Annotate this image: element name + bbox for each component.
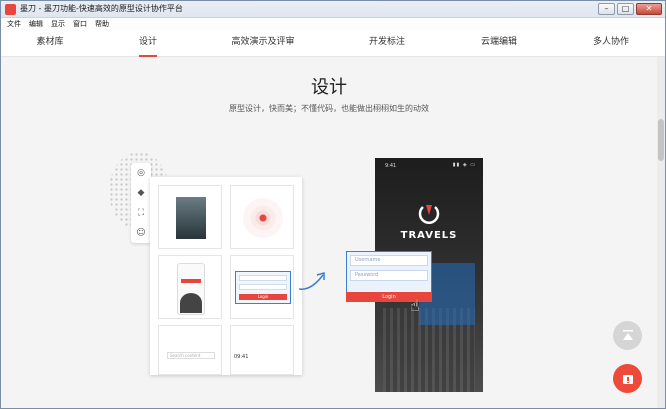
mini-time: 09:41: [234, 354, 249, 360]
brand-name: TRAVELS: [400, 230, 458, 241]
mini-image: [180, 293, 202, 313]
emoji-icon[interactable]: ☺: [131, 223, 151, 243]
phone-time: 9:41: [385, 163, 397, 169]
section-subtitle: 原型设计，快而美；不懂代码，也能做出栩栩如生的动效: [229, 104, 429, 113]
window-controls: – □ ✕: [598, 3, 662, 15]
app-icon: [5, 4, 16, 15]
tab-presentation[interactable]: 高效演示及评审: [231, 30, 294, 57]
menu-edit[interactable]: 编辑: [29, 18, 43, 30]
tab-dev-annotation[interactable]: 开发标注: [369, 30, 405, 57]
mini-bar: [181, 279, 201, 283]
back-to-top-button[interactable]: [613, 321, 642, 350]
feature-tabs: 素材库 设计 高效演示及评审 开发标注 云端编辑 多人协作: [1, 30, 665, 57]
minimize-button[interactable]: –: [598, 3, 615, 15]
login-form-card[interactable]: Login: [230, 255, 294, 319]
search-card[interactable]: Search content: [158, 325, 222, 375]
section-title: 设计: [311, 77, 347, 98]
photo-card[interactable]: [158, 185, 222, 249]
component-panel: Login Search content 09:41: [150, 177, 302, 375]
cube-icon[interactable]: ◆: [131, 183, 151, 203]
maximize-button[interactable]: □: [617, 3, 634, 15]
vertical-scrollbar[interactable]: [657, 57, 665, 408]
app-window: 墨刀 - 墨刀功能-快速高效的原型设计协作平台 – □ ✕ 文件 编辑 显示 窗…: [0, 0, 666, 409]
feedback-button[interactable]: [613, 364, 642, 393]
mini-search: Search content: [167, 352, 215, 359]
menu-file[interactable]: 文件: [7, 18, 21, 30]
menu-window[interactable]: 窗口: [73, 18, 87, 30]
main-content: 设计 原型设计，快而美；不懂代码，也能做出栩栩如生的动效 ◎ ◆ ⛶ ☺ Log…: [1, 57, 657, 408]
tab-collaboration[interactable]: 多人协作: [593, 30, 629, 57]
photo-thumbnail: [176, 197, 206, 239]
travels-logo-icon: [418, 205, 440, 224]
phone-card[interactable]: [158, 255, 222, 319]
back-to-top-icon: [622, 329, 633, 340]
arrow-icon: [298, 272, 325, 290]
mini-phone: [177, 263, 205, 315]
tab-design[interactable]: 设计: [138, 30, 158, 57]
tool-column: ◎ ◆ ⛶ ☺: [131, 163, 151, 243]
mini-login-button: Login: [239, 294, 287, 300]
crop-icon[interactable]: ⛶: [131, 203, 151, 223]
username-field[interactable]: Username: [350, 255, 428, 266]
ripple-card[interactable]: [230, 185, 294, 249]
statusbar-card[interactable]: 09:41: [230, 325, 294, 375]
scroll-thumb[interactable]: [658, 119, 664, 161]
feedback-icon: [622, 374, 633, 384]
selected-form: Login: [235, 271, 291, 304]
title-bar: 墨刀 - 墨刀功能-快速高效的原型设计协作平台 – □ ✕: [1, 1, 665, 18]
tab-assets[interactable]: 素材库: [36, 30, 63, 57]
close-button[interactable]: ✕: [636, 3, 662, 15]
window-title: 墨刀 - 墨刀功能-快速高效的原型设计协作平台: [20, 4, 183, 13]
password-field[interactable]: Password: [350, 270, 428, 281]
menu-help[interactable]: 帮助: [95, 18, 109, 30]
menu-bar: 文件 编辑 显示 窗口 帮助: [1, 18, 665, 30]
target-icon[interactable]: ◎: [131, 163, 151, 183]
ripple-effect: [243, 198, 283, 238]
tab-cloud-edit[interactable]: 云端编辑: [481, 30, 517, 57]
menu-view[interactable]: 显示: [51, 18, 65, 30]
phone-status-icons: ▮▮ ◈ ▭: [452, 162, 476, 168]
hand-cursor-icon: ☝: [410, 296, 420, 315]
